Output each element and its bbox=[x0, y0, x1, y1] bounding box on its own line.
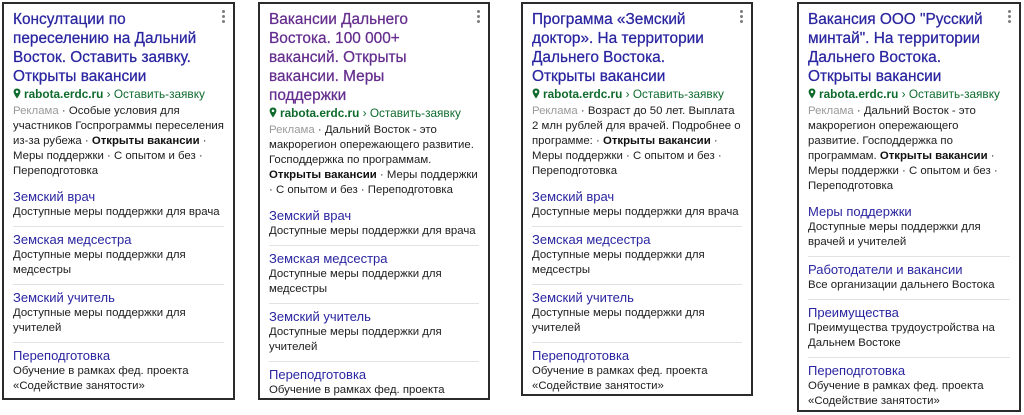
sitelink-description: Доступные меры поддержки для врача bbox=[269, 225, 476, 237]
sitelink-title[interactable]: Земский врач bbox=[532, 188, 742, 205]
ad-title[interactable]: Вакансия ООО "Русский минтай". На террит… bbox=[808, 10, 996, 86]
sitelink-description: Доступные меры поддержки для врача bbox=[532, 206, 739, 218]
sitelink-item[interactable]: Земский врач Доступные меры поддержки дл… bbox=[269, 203, 479, 245]
sitelink-item[interactable]: Земский врач Доступные меры поддержки дл… bbox=[532, 184, 742, 226]
sitelink-item[interactable]: Земский врач Доступные меры поддержки дл… bbox=[13, 184, 224, 226]
ad-url-row: rabota.erdc.ru › Оставить-заявку bbox=[13, 87, 224, 102]
ad-url-row: rabota.erdc.ru › Оставить-заявку bbox=[532, 87, 742, 102]
ad-cta-link[interactable]: Оставить-заявку bbox=[633, 87, 724, 101]
ad-domain-link[interactable]: rabota.erdc.ru bbox=[819, 87, 898, 101]
sitelink-title[interactable]: Земская медсестра bbox=[532, 231, 742, 248]
sitelink-description: Доступные меры поддержки для учителей bbox=[13, 307, 186, 334]
ad-description: Реклама · Дальний Восток - это макрореги… bbox=[808, 105, 998, 192]
sitelink-title[interactable]: Земский учитель bbox=[532, 289, 742, 306]
sitelink-title[interactable]: Переподготовка bbox=[13, 347, 224, 364]
sitelink-title[interactable]: Земский учитель bbox=[269, 308, 479, 325]
sitelinks-list: Земский врач Доступные меры поддержки дл… bbox=[532, 184, 742, 394]
sitelinks-list: Земский врач Доступные меры поддержки дл… bbox=[13, 184, 224, 398]
ad-label: Реклама bbox=[13, 105, 59, 117]
location-pin-icon bbox=[13, 88, 21, 99]
ad-cta-link[interactable]: Оставить-заявку bbox=[909, 87, 1000, 101]
sitelink-title[interactable]: Земский врач bbox=[13, 188, 224, 205]
sitelink-description: Обучение в рамках фед. проекта «Содейств… bbox=[532, 365, 708, 392]
location-pin-icon bbox=[269, 107, 277, 118]
desc-text-end: Меры поддержки · С опытом и без · Перепо… bbox=[532, 150, 722, 177]
sitelink-title[interactable]: Переподготовка bbox=[808, 362, 1010, 379]
desc-text-bold: Открыты вакансии bbox=[269, 169, 377, 181]
sitelink-description: Преимущества трудоустройства на Дальнем … bbox=[808, 322, 995, 349]
sitelink-title[interactable]: Земская медсестра bbox=[269, 250, 479, 267]
sitelink-title[interactable]: Преимущества bbox=[808, 304, 1010, 321]
sitelink-description: Доступные меры поддержки для медсестры bbox=[532, 249, 705, 276]
sitelink-title[interactable]: Переподготовка bbox=[269, 366, 479, 383]
sitelink-description: Доступные меры поддержки для врача bbox=[13, 206, 220, 218]
ad-label: Реклама bbox=[269, 124, 315, 136]
ad-title[interactable]: Программа «Земский доктор». На территори… bbox=[532, 10, 728, 86]
sitelink-description: Доступные меры поддержки для врачей и уч… bbox=[808, 221, 981, 248]
ad-domain-link[interactable]: rabota.erdc.ru bbox=[280, 106, 359, 120]
sitelink-description: Доступные меры поддержки для учителей bbox=[532, 307, 705, 334]
sitelink-description: Обучение в рамках фед. проекта «Содейств… bbox=[808, 380, 984, 407]
more-options-icon[interactable] bbox=[221, 10, 225, 23]
sitelink-description: Доступные меры поддержки для учителей bbox=[269, 326, 442, 353]
desc-text-end: Меры поддержки · С опытом и без · Перепо… bbox=[808, 165, 998, 192]
sitelinks-list: Земский врач Доступные меры поддержки дл… bbox=[269, 203, 479, 398]
sitelink-title[interactable]: Переподготовка bbox=[532, 347, 742, 364]
sitelink-item[interactable]: Земская медсестра Доступные меры поддерж… bbox=[269, 245, 479, 303]
sitelink-item[interactable]: Земская медсестра Доступные меры поддерж… bbox=[13, 226, 224, 284]
desc-text-end: Меры поддержки · С опытом и без · Перепо… bbox=[13, 150, 203, 177]
sitelink-description: Обучение в рамках фед. проекта «Содейств… bbox=[13, 365, 189, 392]
more-options-icon[interactable] bbox=[476, 10, 480, 23]
sitelink-item[interactable]: Земский учитель Доступные меры поддержки… bbox=[13, 284, 224, 342]
sitelink-item[interactable]: Преимущества Преимущества трудоустройств… bbox=[808, 299, 1010, 357]
ad-title[interactable]: Консултации по переселению на Дальний Во… bbox=[13, 10, 210, 86]
sitelinks-list: Меры поддержки Доступные меры поддержки … bbox=[808, 199, 1010, 410]
ad-description: Реклама · Возраст до 50 лет. Выплата 2 м… bbox=[532, 105, 741, 177]
ad-label: Реклама bbox=[532, 105, 578, 117]
sitelink-title[interactable]: Работодатели и вакансии bbox=[808, 261, 1010, 278]
breadcrumb-separator: › bbox=[625, 87, 630, 101]
sitelink-item[interactable]: Переподготовка Обучение в рамках фед. пр… bbox=[808, 357, 1010, 410]
ad-card-2: Вакансии Дальнего Востока. 100 000+ вака… bbox=[258, 2, 490, 400]
sitelink-description: Все организации дальнего Востока bbox=[808, 279, 995, 291]
sitelink-description: Обучение в рамках фед. проекта «Содейств… bbox=[269, 384, 445, 396]
ad-cta-link[interactable]: Оставить-заявку bbox=[370, 106, 461, 120]
more-options-icon[interactable] bbox=[1007, 10, 1011, 23]
sitelink-item[interactable]: Меры поддержки Доступные меры поддержки … bbox=[808, 199, 1010, 256]
more-options-icon[interactable] bbox=[739, 10, 743, 23]
ad-card-4: Вакансия ООО "Русский минтай". На террит… bbox=[797, 2, 1021, 412]
ad-cta-link[interactable]: Оставить-заявку bbox=[114, 87, 205, 101]
sitelink-item[interactable]: Переподготовка Обучение в рамках фед. пр… bbox=[269, 361, 479, 398]
ad-description: Реклама · Особые условия для участников … bbox=[13, 105, 224, 177]
sitelink-title[interactable]: Меры поддержки bbox=[808, 203, 1010, 220]
ad-label: Реклама bbox=[808, 105, 854, 117]
sitelink-item[interactable]: Переподготовка Обучение в рамках фед. пр… bbox=[532, 342, 742, 394]
sitelink-description: Доступные меры поддержки для медсестры bbox=[269, 268, 442, 295]
sitelink-title[interactable]: Земский врач bbox=[269, 207, 479, 224]
desc-text-bold: Открыты вакансии bbox=[602, 135, 711, 147]
sitelink-description: Доступные меры поддержки для медсестры bbox=[13, 249, 186, 276]
breadcrumb-separator: › bbox=[106, 87, 111, 101]
sitelink-item[interactable]: Земская медсестра Доступные меры поддерж… bbox=[532, 226, 742, 284]
breadcrumb-separator: › bbox=[362, 106, 367, 120]
breadcrumb-separator: › bbox=[901, 87, 906, 101]
sitelink-item[interactable]: Земский учитель Доступные меры поддержки… bbox=[532, 284, 742, 342]
ad-description: Реклама · Дальний Восток - это макрореги… bbox=[269, 124, 478, 196]
sitelink-title[interactable]: Земский учитель bbox=[13, 289, 224, 306]
sitelink-item[interactable]: Работодатели и вакансии Все организации … bbox=[808, 256, 1010, 299]
ad-card-3: Программа «Земский доктор». На территори… bbox=[521, 2, 753, 396]
ad-url-row: rabota.erdc.ru › Оставить-заявку bbox=[269, 106, 479, 121]
location-pin-icon bbox=[808, 88, 816, 99]
ad-card-1: Консултации по переселению на Дальний Во… bbox=[2, 2, 235, 400]
ad-domain-link[interactable]: rabota.erdc.ru bbox=[543, 87, 622, 101]
sitelink-item[interactable]: Переподготовка Обучение в рамках фед. пр… bbox=[13, 342, 224, 398]
ad-title[interactable]: Вакансии Дальнего Востока. 100 000+ вака… bbox=[269, 10, 465, 105]
desc-text-bold: Открыты вакансии bbox=[91, 135, 200, 147]
ad-url-row: rabota.erdc.ru › Оставить-заявку bbox=[808, 87, 1010, 102]
location-pin-icon bbox=[532, 88, 540, 99]
desc-text-bold: Открыты вакансии bbox=[879, 150, 988, 162]
ad-domain-link[interactable]: rabota.erdc.ru bbox=[24, 87, 103, 101]
sitelink-title[interactable]: Земская медсестра bbox=[13, 231, 224, 248]
sitelink-item[interactable]: Земский учитель Доступные меры поддержки… bbox=[269, 303, 479, 361]
